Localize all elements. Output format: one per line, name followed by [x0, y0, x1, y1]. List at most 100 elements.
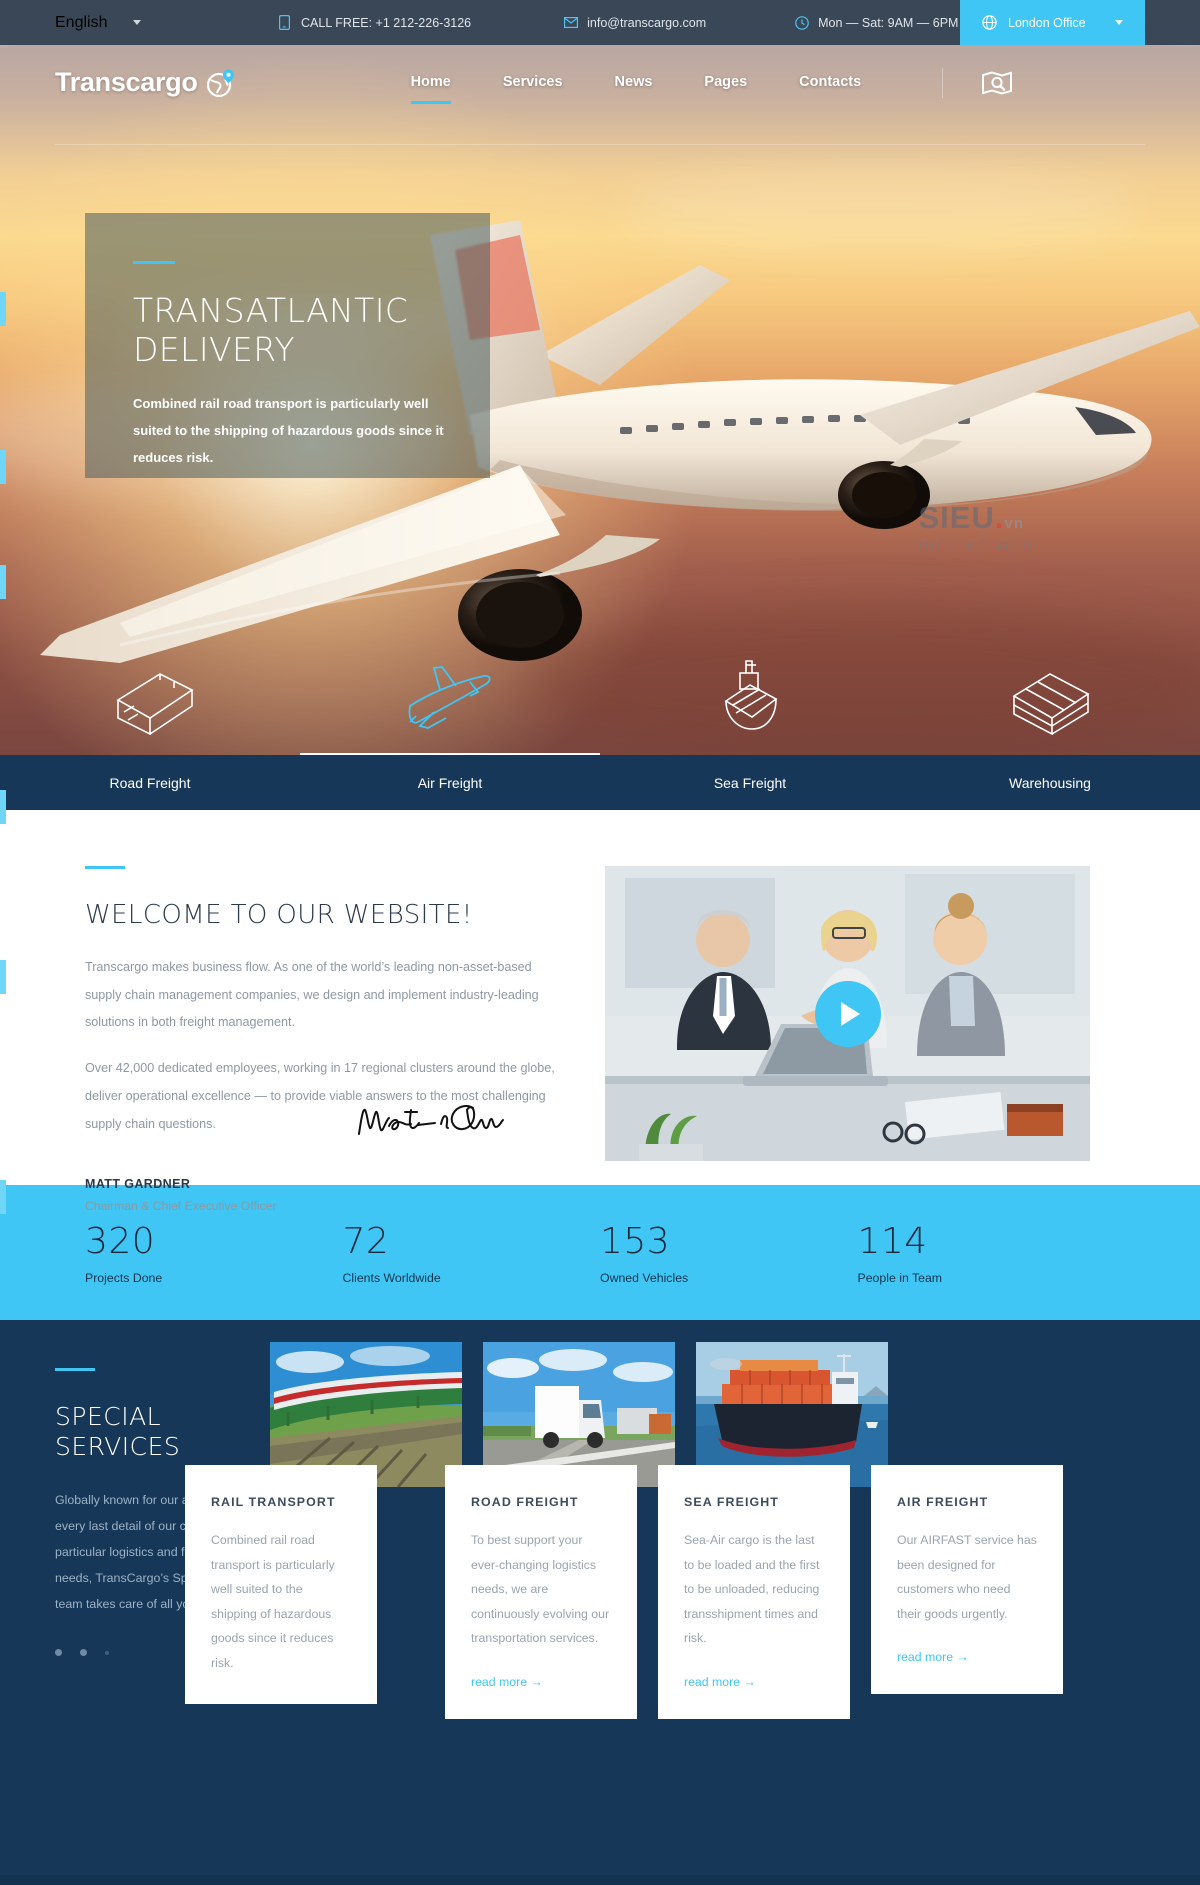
hero-title-line2: DELIVERY — [133, 329, 295, 369]
service-tab-warehouse[interactable]: Warehousing — [900, 755, 1200, 810]
hero-subtitle: Combined rail road transport is particul… — [133, 396, 444, 465]
service-card-rail[interactable]: RAIL TRANSPORT Combined rail road transp… — [185, 1465, 377, 1704]
truck-icon[interactable] — [0, 645, 300, 735]
promo-video[interactable] — [605, 866, 1090, 1161]
phone-label: CALL FREE: +1 212-226-3126 — [301, 15, 472, 30]
nav-divider — [942, 67, 944, 98]
stat-label: People in Team — [857, 1270, 943, 1285]
service-tab-road[interactable]: Road Freight — [0, 755, 300, 810]
arrow-icon: → — [956, 1650, 969, 1665]
envelope-icon — [563, 15, 578, 30]
watermark-top: SIEU — [918, 500, 995, 535]
language-label: English — [55, 13, 108, 31]
welcome-paragraph-1: Transcargo makes business flow. As one o… — [85, 960, 539, 1030]
stat-value: 153 — [600, 1220, 671, 1262]
email-label: info@transcargo.com — [587, 15, 707, 30]
service-icon-row — [0, 645, 1200, 735]
play-button-icon[interactable] — [814, 980, 881, 1047]
nav-item-pages[interactable]: Pages — [678, 45, 773, 120]
globe-icon — [982, 15, 997, 30]
arrow-icon: → — [530, 1674, 543, 1689]
carousel-dot-3[interactable] — [105, 1650, 109, 1655]
main-navigation: Transcargo Home Services News Pages Cont — [0, 45, 1200, 145]
special-title-line2: SERVICES — [55, 1432, 181, 1461]
hero-title-line1: TRANSATLANTIC — [133, 291, 409, 330]
service-card-road[interactable]: ROAD FREIGHT To best support your ever-c… — [445, 1465, 637, 1719]
hero-section: Transcargo Home Services News Pages Cont — [0, 45, 1200, 810]
airplane-icon[interactable] — [300, 645, 600, 735]
hours-label: Mon — Sat: 9AM — 6PM — [818, 15, 959, 30]
mobile-phone-icon — [277, 15, 292, 30]
card-text: Sea-Air cargo is the last to be loaded a… — [684, 1533, 820, 1646]
stat-people-in-team: 114 People in Team — [858, 1221, 1116, 1285]
top-utility-bar: English CALL FREE: +1 212-226-3126 info@… — [0, 0, 1200, 45]
service-card-air[interactable]: AIR FREIGHT Our AIRFAST service has been… — [871, 1465, 1063, 1695]
executive-name: MATT GARDNER — [85, 1177, 191, 1192]
special-title-line1: SPECIAL — [55, 1402, 162, 1431]
edge-marker-4[interactable] — [0, 790, 6, 824]
card-text: To best support your ever-changing logis… — [471, 1533, 610, 1646]
service-tab-air[interactable]: Air Freight — [300, 753, 600, 810]
nav-item-home[interactable]: Home — [385, 45, 477, 120]
service-card-sea[interactable]: SEA FREIGHT Sea-Air cargo is the last to… — [658, 1465, 850, 1719]
globe-pin-icon — [205, 68, 235, 98]
email-info[interactable]: info@transcargo.com — [563, 15, 706, 30]
accent-dash — [133, 261, 175, 264]
edge-marker-5[interactable] — [0, 960, 6, 994]
read-more-link[interactable]: read more → — [897, 1650, 969, 1664]
stat-projects-done: 320 Projects Done — [85, 1221, 343, 1285]
watermark-bottom: THIẾT KẾ WEB — [907, 538, 1035, 553]
edge-marker-2[interactable] — [0, 450, 6, 484]
card-title: AIR FREIGHT — [897, 1495, 989, 1509]
carousel-dot-1[interactable] — [55, 1649, 62, 1657]
carousel-dot-2[interactable] — [80, 1649, 87, 1657]
office-selector[interactable]: London Office — [960, 0, 1145, 45]
stat-clients-worldwide: 72 Clients Worldwide — [343, 1221, 601, 1285]
read-more-link[interactable]: read more → — [471, 1675, 543, 1689]
nav-item-services[interactable]: Services — [477, 45, 589, 120]
hero-caption-box: TRANSATLANTIC DELIVERY Combined rail roa… — [85, 213, 490, 478]
watermark-dot: . — [994, 500, 1005, 535]
signature-image — [355, 1100, 505, 1147]
phone-info[interactable]: CALL FREE: +1 212-226-3126 — [277, 15, 471, 30]
stat-label: Clients Worldwide — [342, 1270, 441, 1285]
nav-menu: Home Services News Pages Contacts — [385, 45, 888, 120]
edge-marker-6[interactable] — [0, 1180, 6, 1214]
service-cards-carousel: RAIL TRANSPORT Combined rail road transp… — [185, 1342, 1200, 1772]
welcome-title: WELCOME TO OUR WEBSITE! — [85, 900, 473, 930]
brand-name: Transcargo — [55, 67, 198, 97]
nav-item-news[interactable]: News — [589, 45, 679, 120]
chevron-down-icon — [1115, 20, 1123, 25]
ship-icon[interactable] — [600, 645, 900, 735]
edge-marker-3[interactable] — [0, 565, 6, 599]
service-tabs: Road Freight Air Freight Sea Freight War… — [0, 753, 1200, 810]
site-logo[interactable]: Transcargo — [55, 67, 235, 98]
chevron-down-icon — [133, 20, 142, 25]
language-selector[interactable]: English — [55, 14, 220, 32]
card-title: ROAD FREIGHT — [471, 1495, 579, 1509]
watermark-vn: vn — [1004, 515, 1024, 532]
accent-dash — [55, 1368, 95, 1371]
stat-value: 72 — [342, 1220, 390, 1262]
card-title: RAIL TRANSPORT — [211, 1495, 336, 1509]
stat-value: 320 — [85, 1220, 156, 1262]
nav-underline — [55, 144, 1145, 145]
stat-label: Owned Vehicles — [600, 1270, 689, 1285]
watermark: SIEU.vn THIẾT KẾ WEB — [908, 500, 1036, 553]
edge-marker-1[interactable] — [0, 292, 6, 326]
stat-value: 114 — [857, 1220, 928, 1262]
service-tab-sea[interactable]: Sea Freight — [600, 755, 900, 810]
office-label: London Office — [1008, 15, 1086, 30]
accent-dash — [85, 866, 125, 869]
special-services-section: SPECIAL SERVICES Globally known for our … — [0, 1320, 1200, 1875]
read-more-link[interactable]: read more → — [684, 1675, 756, 1689]
welcome-section: WELCOME TO OUR WEBSITE! Transcargo makes… — [0, 810, 1200, 1213]
map-search-icon[interactable] — [981, 70, 1013, 95]
executive-role: Chairman & Chief Executive Officer — [85, 1199, 277, 1214]
cloud — [620, 165, 1140, 255]
nav-item-contacts[interactable]: Contacts — [773, 45, 887, 120]
warehouse-icon[interactable] — [900, 645, 1200, 735]
card-text: Our AIRFAST service has been designed fo… — [897, 1533, 1037, 1621]
arrow-icon: → — [743, 1674, 756, 1689]
business-hours: Mon — Sat: 9AM — 6PM — [794, 15, 958, 30]
